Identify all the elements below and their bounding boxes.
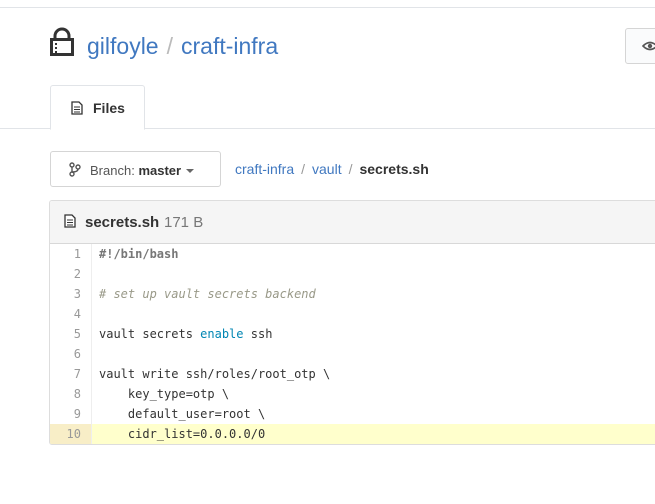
code-token: # set up vault secrets backend [99, 287, 316, 301]
line-content: vault secrets enable ssh [99, 324, 272, 344]
branch-label: Branch: master [90, 163, 181, 178]
repo-header: gilfoyle / craft-infra Files [0, 8, 655, 130]
breadcrumb-separator: / [348, 161, 353, 177]
breadcrumb-current-file: secrets.sh [359, 161, 429, 177]
code-token: ssh [243, 327, 273, 341]
top-bar [0, 0, 655, 8]
code-line: 5 vault secrets enable ssh [50, 324, 655, 344]
line-content: key_type=otp \ [99, 384, 229, 404]
code-token: vault secrets [99, 327, 201, 341]
line-number[interactable]: 6 [50, 344, 92, 364]
code-line: 3 # set up vault secrets backend [50, 284, 655, 304]
line-content: cidr_list=0.0.0.0/0 [99, 424, 265, 444]
lock-icon [50, 27, 74, 57]
breadcrumb: craft-infra / vault / secrets.sh [235, 160, 429, 178]
repo-title-separator: / [166, 33, 173, 59]
code-token: vault write ssh/roles/root_otp \ [99, 367, 331, 381]
code-block: 1 #!/bin/bash 2 3 # set up vault secrets bac… [50, 244, 655, 444]
code-line: 10 cidr_list=0.0.0.0/0 [50, 424, 655, 444]
code-line: 9 default_user=root \ [50, 404, 655, 424]
git-branch-icon [69, 162, 81, 177]
line-number[interactable]: 8 [50, 384, 92, 404]
code-line: 6 [50, 344, 655, 364]
chevron-down-icon [186, 169, 194, 173]
code-line: 7 vault write ssh/roles/root_otp \ [50, 364, 655, 384]
watch-button[interactable] [625, 28, 655, 64]
code-token: key_type=otp \ [99, 387, 230, 401]
line-number[interactable]: 9 [50, 404, 92, 424]
line-content: default_user=root \ [99, 404, 265, 424]
line-number[interactable]: 4 [50, 304, 92, 324]
tab-files-label: Files [93, 100, 125, 116]
branch-name: master [138, 163, 182, 178]
line-number[interactable]: 10 [50, 424, 92, 444]
file-size: 171 B [164, 214, 204, 231]
breadcrumb-link-vault[interactable]: vault [312, 161, 342, 177]
breadcrumb-link-repo[interactable]: craft-infra [235, 161, 294, 177]
line-number[interactable]: 1 [50, 244, 92, 264]
code-token: enable [200, 327, 244, 341]
branch-label-text: Branch: [90, 163, 135, 178]
code-token: cidr_list=0.0.0.0/0 [99, 427, 266, 441]
repo-title: gilfoyle / craft-infra [87, 31, 278, 61]
file-icon [64, 214, 76, 228]
tab-files[interactable]: Files [50, 85, 145, 130]
line-content: # set up vault secrets backend [99, 284, 316, 304]
file-viewer: secrets.sh 171 B 1 #!/bin/bash 2 3 # set up … [49, 200, 655, 445]
repo-name-link[interactable]: craft-infra [181, 33, 278, 59]
branch-select-button[interactable]: Branch: master [50, 151, 221, 187]
code-token: default_user=root \ [99, 407, 266, 421]
code-token: #!/bin/bash [99, 247, 179, 261]
line-number[interactable]: 3 [50, 284, 92, 304]
line-content: #!/bin/bash [99, 244, 178, 264]
line-number[interactable]: 7 [50, 364, 92, 384]
breadcrumb-separator: / [301, 161, 306, 177]
line-content: vault write ssh/roles/root_otp \ [99, 364, 330, 384]
code-line: 1 #!/bin/bash [50, 244, 655, 264]
eye-icon [642, 41, 655, 51]
file-header: secrets.sh 171 B [50, 201, 655, 244]
repo-owner-link[interactable]: gilfoyle [87, 33, 159, 59]
line-number[interactable]: 5 [50, 324, 92, 344]
line-number[interactable]: 2 [50, 264, 92, 284]
file-icon [71, 101, 83, 115]
code-line: 4 [50, 304, 655, 324]
file-name: secrets.sh [85, 214, 160, 231]
code-line: 2 [50, 264, 655, 284]
code-line: 8 key_type=otp \ [50, 384, 655, 404]
